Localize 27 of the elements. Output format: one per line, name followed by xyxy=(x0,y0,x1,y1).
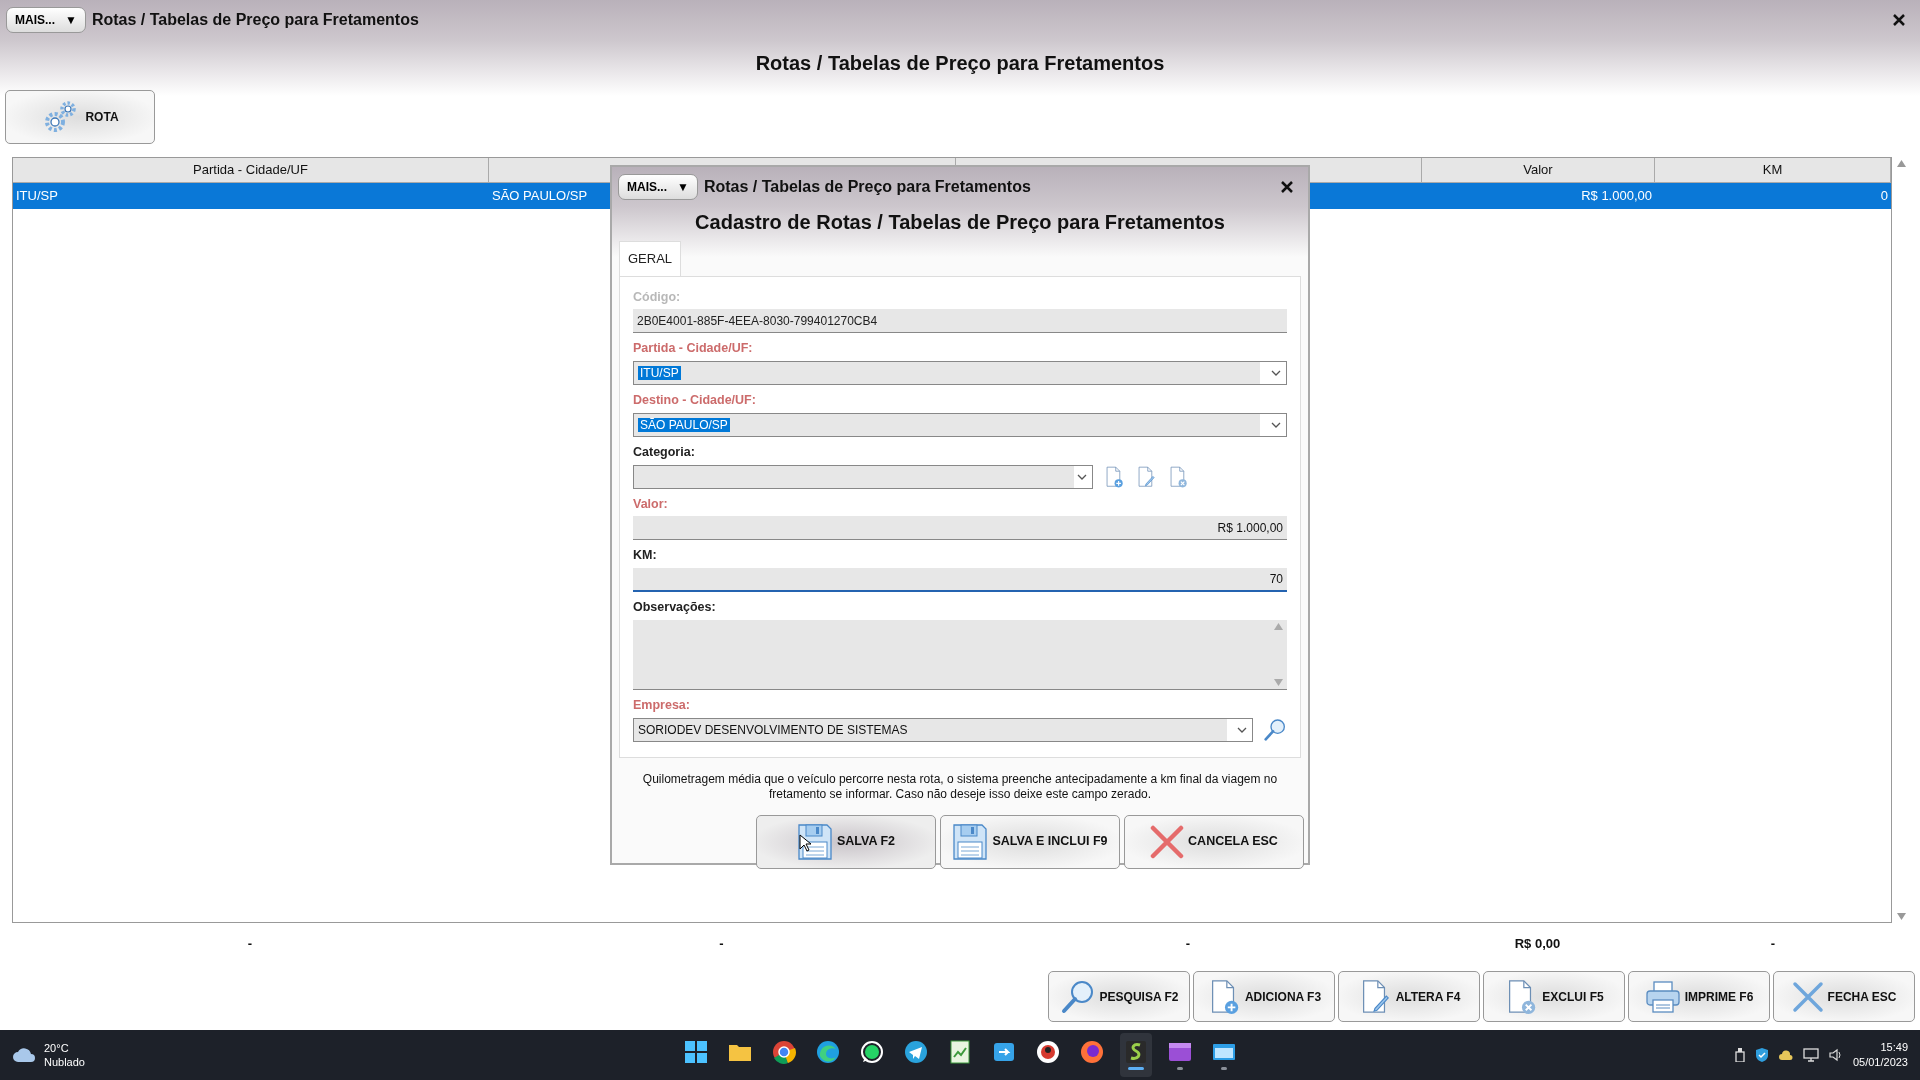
total-value: - xyxy=(1769,935,1777,954)
total-value: - xyxy=(246,935,254,954)
temperature-text: 20°C xyxy=(44,1040,70,1055)
help-text: Quilometragem média que o veículo percorre nesta rota, o sistema preenche antecipadamente a km final da viagem no fretamento se informar. Caso não deseje isso deixe este campo zerado. xyxy=(641,770,1279,803)
field-label: Código: xyxy=(633,288,681,306)
window-title: Rotas / Tabelas de Preço para Fretamentos xyxy=(91,10,419,30)
total-value: - xyxy=(718,935,725,954)
field-label: Observações: xyxy=(633,599,716,616)
table-cell-text: SÃO PAULO/SP xyxy=(492,187,588,206)
field-label: Destino - Cidade/UF: xyxy=(633,392,756,409)
field-label: Valor: xyxy=(633,495,668,513)
field-label: Partida - Cidade/UF: xyxy=(633,340,753,358)
page-heading: Rotas / Tabelas de Preço para Fretamentos xyxy=(755,51,1165,76)
table-cell-text: ITU/SP xyxy=(16,187,58,206)
dialog-heading: Cadastro de Rotas / Tabelas de Preço para Fretamentos xyxy=(695,210,1225,235)
time-text: 15:49 xyxy=(1879,1039,1908,1055)
table-cell-text: R$ 1.000,00 xyxy=(1581,187,1652,206)
field-label: KM: xyxy=(633,547,657,565)
table-cell-text: 0 xyxy=(1880,187,1888,206)
window-title: Rotas / Tabelas de Preço para Fretamentos xyxy=(703,177,1031,197)
field-label: Empresa: xyxy=(633,696,690,714)
field-label: Categoria: xyxy=(633,443,695,461)
total-value: R$ 0,00 xyxy=(1513,935,1562,954)
date-text: 05/01/2023 xyxy=(1852,1055,1908,1070)
total-value: - xyxy=(1184,935,1192,954)
weather-text: Nublado xyxy=(44,1055,85,1070)
input-field: 2B0E4001-885F-4EEA-8030-799401270CB4 xyxy=(633,309,1287,334)
